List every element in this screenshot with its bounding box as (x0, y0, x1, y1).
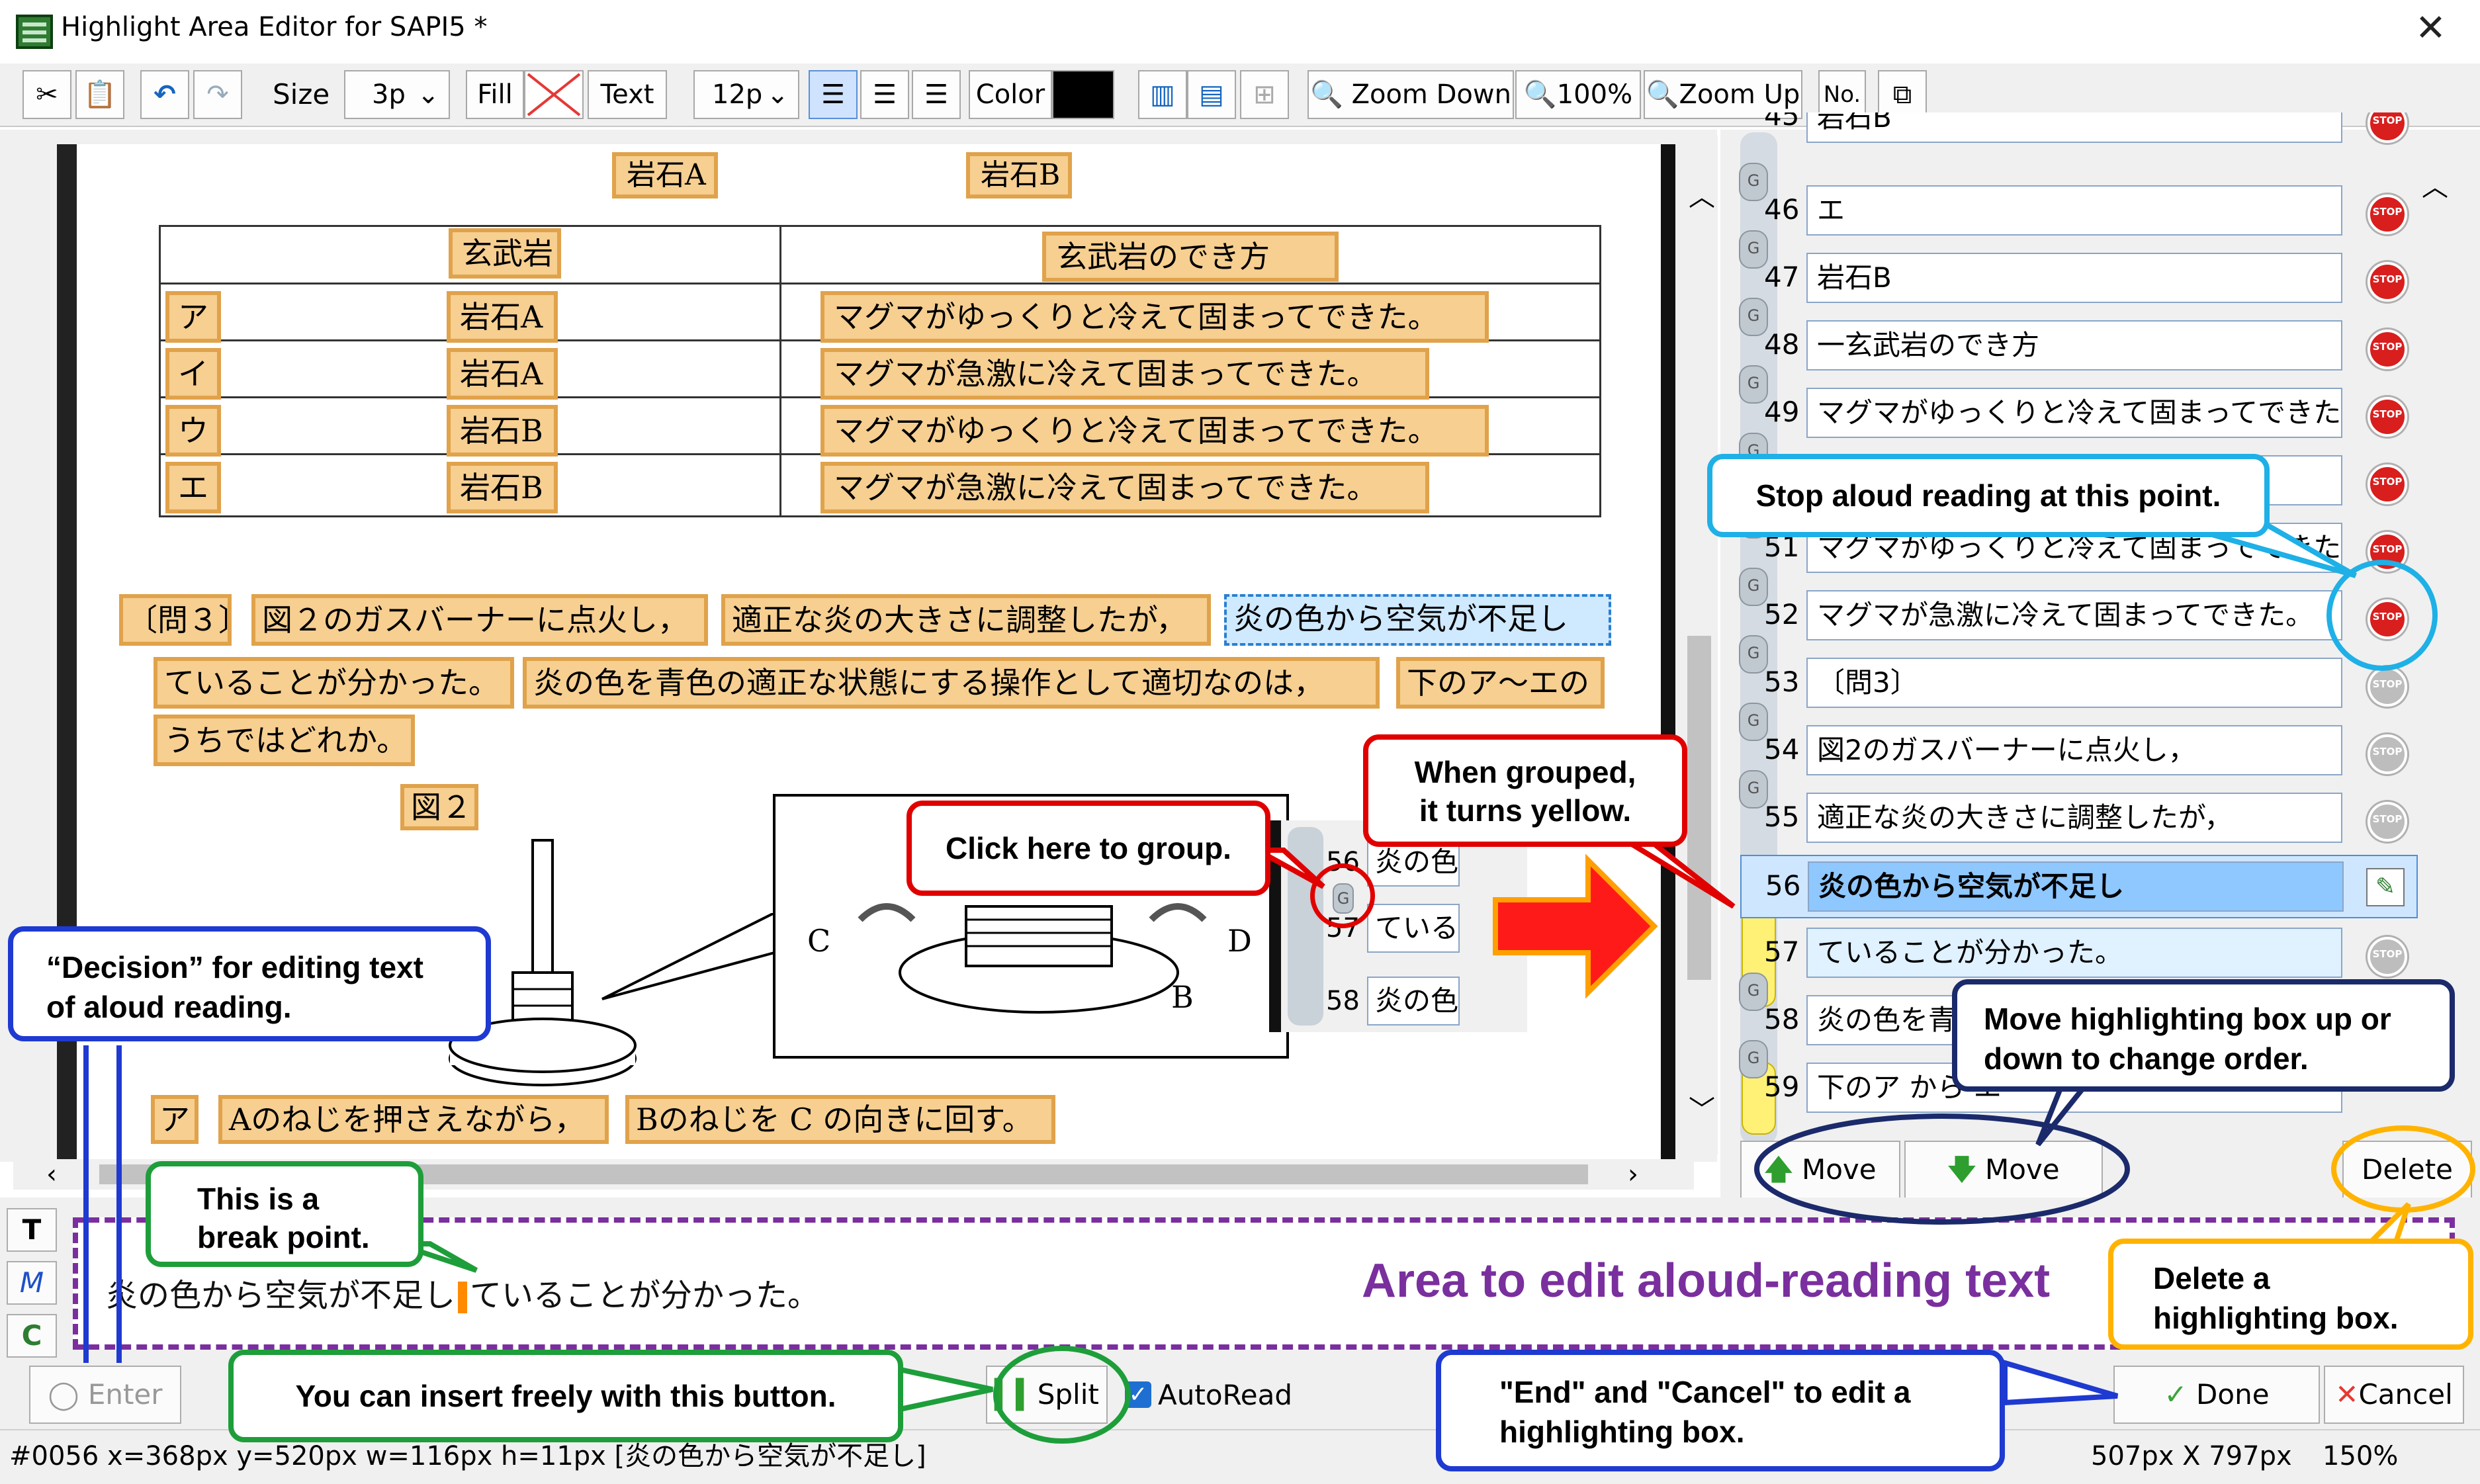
callout-grouped: When grouped, it turns yellow. (1363, 734, 1687, 847)
callout-end-cancel: "End" and "Cancel" to edit a highlightin… (1436, 1350, 2005, 1471)
callout-move-box: Move highlighting box up or down to chan… (1952, 979, 2455, 1092)
callout-delete-box: Delete a highlighting box. (2108, 1239, 2473, 1350)
callout-insert-free: You can insert freely with this button. (228, 1350, 903, 1442)
callout-stop-reading: Stop aloud reading at this point. (1707, 454, 2270, 537)
editor-area-title: Area to edit aloud-reading text (1362, 1254, 2051, 1307)
callout-click-group: Click here to group. (907, 801, 1270, 896)
callout-break-point: This is a break point. (146, 1161, 423, 1267)
callout-decision: “Decision” for editing text of aloud rea… (8, 926, 491, 1041)
